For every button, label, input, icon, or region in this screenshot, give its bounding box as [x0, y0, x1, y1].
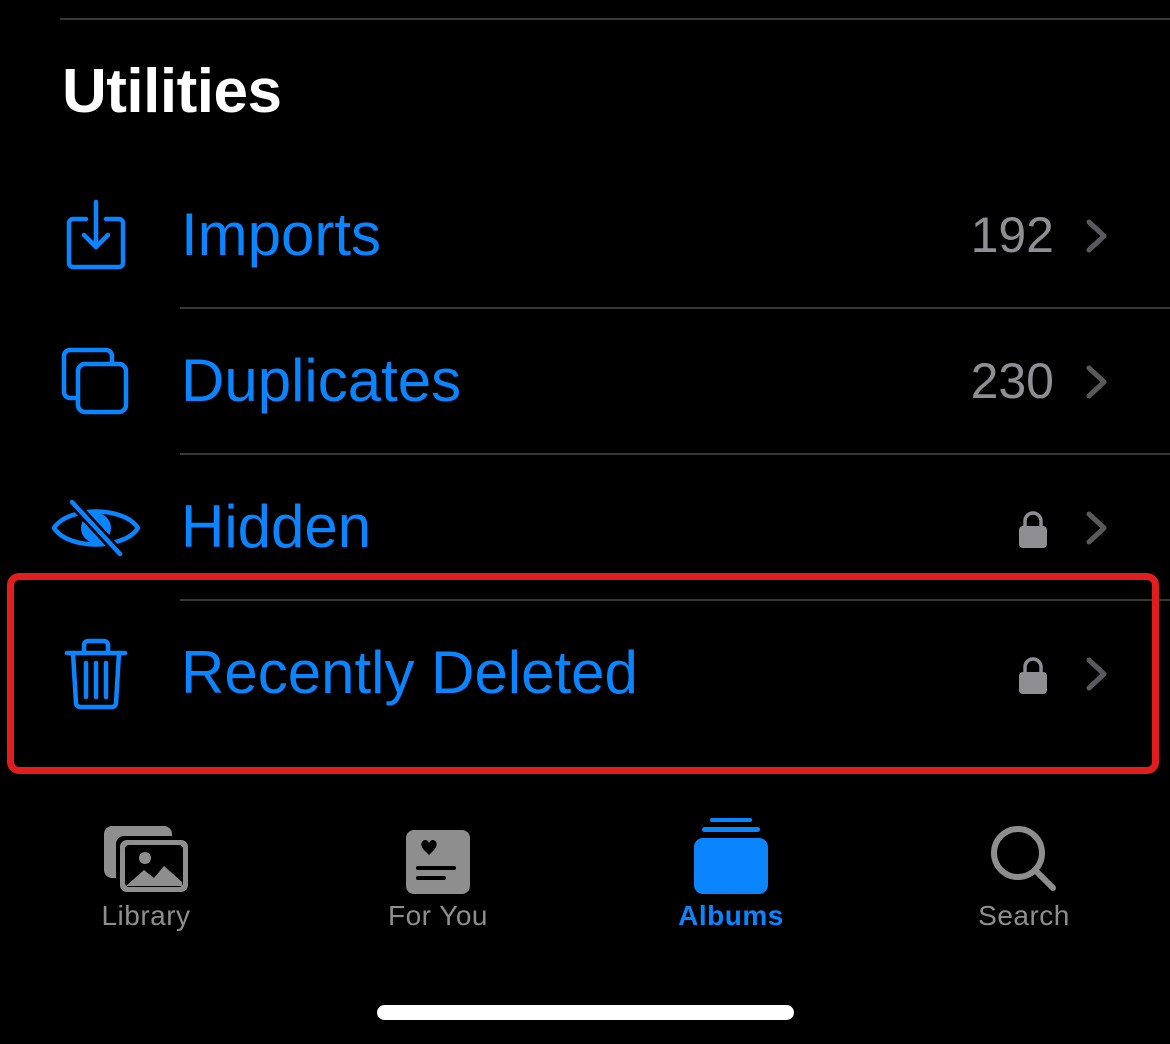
eye-slash-icon	[48, 480, 144, 576]
tab-label: Library	[101, 900, 191, 931]
list-item-duplicates[interactable]: Duplicates 230	[0, 309, 1170, 455]
tab-library[interactable]: Library	[0, 806, 292, 946]
tab-label: Albums	[678, 900, 784, 931]
photo-stack-icon	[96, 806, 196, 894]
list-item-imports[interactable]: Imports 192	[0, 163, 1170, 309]
tab-for-you[interactable]: For You	[292, 806, 584, 946]
list-item-label: Duplicates	[181, 347, 462, 415]
lock-icon	[1018, 510, 1048, 550]
photos-albums-screen: Utilities Imports 192 Duplicates 230 Hid…	[0, 0, 1170, 1044]
duplicates-icon	[48, 334, 144, 430]
section-title: Utilities	[62, 57, 282, 126]
list-item-hidden[interactable]: Hidden	[0, 455, 1170, 601]
chevron-right-icon	[1084, 218, 1110, 254]
top-divider	[60, 18, 1170, 20]
item-count: 192	[970, 206, 1054, 263]
chevron-right-icon	[1084, 364, 1110, 400]
lock-icon	[1018, 656, 1048, 696]
magnifying-glass-icon	[974, 806, 1074, 894]
utilities-list: Imports 192 Duplicates 230 Hidden Recent…	[0, 163, 1170, 747]
tab-search[interactable]: Search	[878, 806, 1170, 946]
tab-bar: Library For You Albums Search	[0, 806, 1170, 956]
chevron-right-icon	[1084, 656, 1110, 692]
item-count: 230	[970, 352, 1054, 409]
list-item-label: Recently Deleted	[181, 639, 638, 707]
list-item-label: Hidden	[181, 493, 372, 561]
home-indicator[interactable]	[377, 1005, 794, 1020]
tab-label: Search	[978, 900, 1070, 931]
tab-albums[interactable]: Albums	[585, 806, 877, 946]
for-you-icon	[388, 806, 488, 894]
albums-stack-icon	[681, 806, 781, 894]
list-item-recently-deleted[interactable]: Recently Deleted	[0, 601, 1170, 747]
list-item-label: Imports	[181, 201, 382, 269]
trash-icon	[48, 626, 144, 722]
import-icon	[48, 188, 144, 284]
chevron-right-icon	[1084, 510, 1110, 546]
tab-label: For You	[387, 900, 489, 931]
